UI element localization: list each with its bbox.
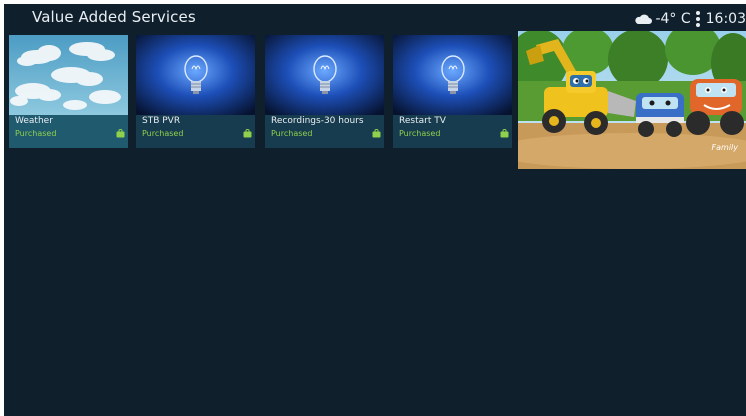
tile-status: Purchased <box>142 129 184 138</box>
shopping-bag-icon <box>116 129 125 138</box>
live-tv-preview[interactable]: Family <box>518 31 746 169</box>
kebab-menu-icon[interactable] <box>695 11 700 27</box>
tile-name: Recordings-30 hours <box>271 116 364 126</box>
tile-status: Purchased <box>399 129 441 138</box>
shopping-bag-icon <box>372 129 381 138</box>
tile-name: STB PVR <box>142 116 181 126</box>
tile-status: Purchased <box>15 129 57 138</box>
lightbulb-image <box>265 35 384 115</box>
clock: 16:03 <box>705 11 746 27</box>
page-title: Value Added Services <box>32 8 196 26</box>
tile-weather[interactable]: Weather Purchased <box>9 35 128 148</box>
tile-restart-tv[interactable]: Restart TV Purchased <box>393 35 512 148</box>
lightbulb-image <box>393 35 512 115</box>
channel-logo: Family <box>711 143 738 152</box>
shopping-bag-icon <box>500 129 509 138</box>
shopping-bag-icon <box>243 129 252 138</box>
tile-stb-pvr[interactable]: STB PVR Purchased <box>136 35 255 148</box>
status-bar: -4° C 16:03 <box>634 8 746 30</box>
lightbulb-image <box>136 35 255 115</box>
screen: Value Added Services -4° C 16:03 Weather… <box>4 4 746 416</box>
tile-recordings-30-hours[interactable]: Recordings-30 hours Purchased <box>265 35 384 148</box>
tile-name: Weather <box>15 116 53 126</box>
tile-status: Purchased <box>271 129 313 138</box>
tile-name: Restart TV <box>399 116 446 126</box>
temperature: -4° C <box>655 11 691 27</box>
cloud-icon <box>635 14 653 24</box>
sky-clouds-image <box>9 35 128 115</box>
